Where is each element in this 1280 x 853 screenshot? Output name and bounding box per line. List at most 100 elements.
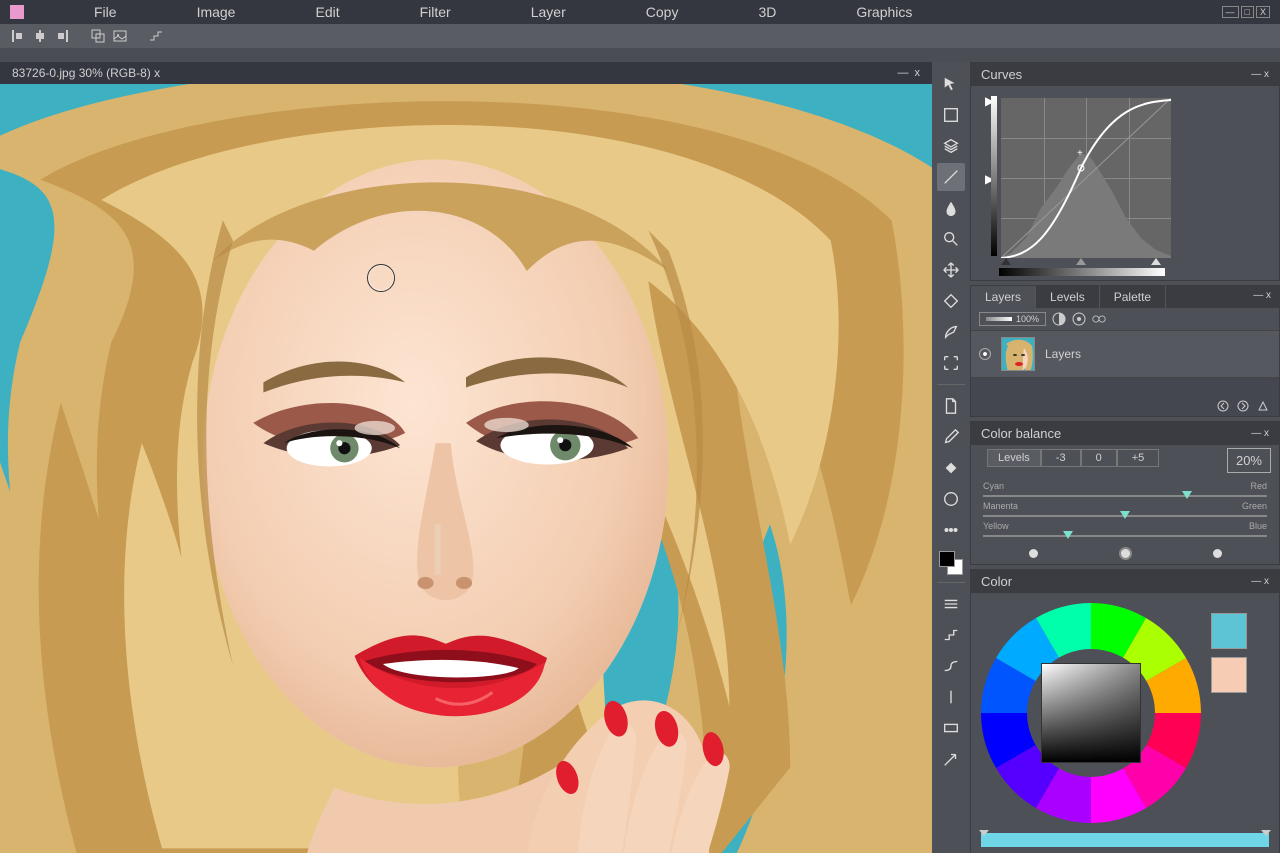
color-swatch-2[interactable] xyxy=(1211,657,1247,693)
cb-slider-cyan-red[interactable]: CyanRed xyxy=(983,481,1267,497)
copy-icon[interactable] xyxy=(90,28,106,44)
color-panel: Color — x xyxy=(970,569,1280,853)
align-center-icon[interactable] xyxy=(32,28,48,44)
brush-tool[interactable] xyxy=(937,163,965,191)
layer-name: Layers xyxy=(1045,347,1081,361)
cb-percent[interactable]: 20% xyxy=(1227,448,1271,473)
maximize-button[interactable]: □ xyxy=(1241,6,1254,18)
menu-layer[interactable]: Layer xyxy=(491,4,606,20)
close-button[interactable]: X xyxy=(1256,6,1270,18)
curves-h-gradient xyxy=(999,268,1165,276)
foreground-background-swatch[interactable] xyxy=(939,551,963,575)
tab-layers[interactable]: Layers xyxy=(971,286,1036,308)
tab-levels[interactable]: Levels xyxy=(1036,286,1100,308)
cb-slider-magenta-green[interactable]: ManentaGreen xyxy=(983,501,1267,517)
document-minimize-icon[interactable]: — xyxy=(898,67,909,79)
droplet-tool[interactable] xyxy=(937,194,965,222)
arrow-tool[interactable] xyxy=(937,745,965,773)
cb-highlights-dot[interactable] xyxy=(1213,549,1222,558)
menu-copy[interactable]: Copy xyxy=(606,4,719,20)
step-tool[interactable] xyxy=(937,621,965,649)
layers-tab-row: Layers Levels Palette — x xyxy=(971,286,1279,308)
link-icon[interactable] xyxy=(1092,312,1106,326)
free-transform-tool[interactable] xyxy=(937,256,965,284)
menu-edit[interactable]: Edit xyxy=(275,4,379,20)
color-square[interactable] xyxy=(1041,663,1141,763)
layers-footer xyxy=(971,396,1279,416)
menu-graphics[interactable]: Graphics xyxy=(816,4,952,20)
contrast-icon[interactable] xyxy=(1052,312,1066,326)
image-icon[interactable] xyxy=(112,28,128,44)
color-balance-levels: Levels -3 0 +5 xyxy=(987,449,1159,467)
step-icon[interactable] xyxy=(148,28,164,44)
align-right-icon[interactable] xyxy=(54,28,70,44)
lines-tool[interactable] xyxy=(937,590,965,618)
eyedropper-tool[interactable] xyxy=(937,423,965,451)
footer-delete-icon[interactable] xyxy=(1257,400,1269,412)
pen-tool[interactable] xyxy=(937,318,965,346)
menu-3d[interactable]: 3D xyxy=(718,4,816,20)
tab-palette[interactable]: Palette xyxy=(1100,286,1166,308)
move-tool[interactable] xyxy=(937,70,965,98)
cb-level-0[interactable]: -3 xyxy=(1041,449,1081,467)
cb-shadows-dot[interactable] xyxy=(1029,549,1038,558)
curves-histogram: + xyxy=(1001,98,1171,258)
curves-slider-mid[interactable] xyxy=(1076,258,1086,265)
cb-level-2[interactable]: +5 xyxy=(1117,449,1160,467)
curves-title: Curves xyxy=(981,67,1022,82)
menu-filter[interactable]: Filter xyxy=(380,4,491,20)
bucket-tool[interactable] xyxy=(937,287,965,315)
secondary-option-bar xyxy=(0,48,1280,62)
cb-levels-label: Levels xyxy=(987,449,1041,467)
document-tab-bar: 83726-0.jpg 30% (RGB-8) x — x xyxy=(0,62,932,84)
curves-graph[interactable]: + xyxy=(1001,98,1171,258)
opacity-field[interactable]: 100% xyxy=(979,312,1046,326)
cb-midtones-dot[interactable] xyxy=(1121,549,1130,558)
vline-tool[interactable] xyxy=(937,683,965,711)
layer-visibility-icon[interactable] xyxy=(979,348,991,360)
color-wheel[interactable] xyxy=(981,603,1201,823)
foreground-swatch-icon[interactable] xyxy=(10,5,24,19)
cb-level-1[interactable]: 0 xyxy=(1081,449,1117,467)
curve-tool[interactable] xyxy=(937,652,965,680)
document-tab-title[interactable]: 83726-0.jpg 30% (RGB-8) x xyxy=(12,66,160,80)
layer-row[interactable]: Layers xyxy=(971,330,1279,378)
color-balance-panel: Color balance — x Levels -3 0 +5 20% Cya… xyxy=(970,421,1280,565)
document-close-icon[interactable]: x xyxy=(915,67,921,79)
menu-file[interactable]: File xyxy=(54,4,157,20)
more-tool[interactable] xyxy=(937,516,965,544)
cb-slider-yellow-blue[interactable]: YellowBlue xyxy=(983,521,1267,537)
curves-slider-black[interactable] xyxy=(1001,258,1011,265)
curves-v-gradient xyxy=(991,96,997,256)
file-tool[interactable] xyxy=(937,392,965,420)
hue-strip[interactable] xyxy=(981,833,1269,847)
window-controls: — □ X xyxy=(1222,6,1270,18)
canvas-area: 83726-0.jpg 30% (RGB-8) x — x xyxy=(0,62,932,853)
color-swatches xyxy=(1211,613,1247,823)
footer-next-icon[interactable] xyxy=(1237,400,1249,412)
rect2-tool[interactable] xyxy=(937,714,965,742)
curves-slider-white[interactable] xyxy=(1151,258,1161,265)
minimize-button[interactable]: — xyxy=(1222,6,1239,18)
canvas[interactable] xyxy=(0,84,932,853)
zoom-tool[interactable] xyxy=(937,225,965,253)
align-left-icon[interactable] xyxy=(10,28,26,44)
color-balance-title: Color balance xyxy=(981,426,1061,441)
eraser-tool[interactable] xyxy=(937,454,965,482)
layers-panel-close-icon[interactable]: — x xyxy=(1245,286,1279,308)
expand-tool[interactable] xyxy=(937,349,965,377)
menu-image[interactable]: Image xyxy=(157,4,276,20)
circle-tool[interactable] xyxy=(937,485,965,513)
menubar: File Image Edit Filter Layer Copy 3D Gra… xyxy=(0,0,1280,24)
rect-select-tool[interactable] xyxy=(937,101,965,129)
curves-panel: Curves — x ▶ ▶ xyxy=(970,62,1280,281)
footer-prev-icon[interactable] xyxy=(1217,400,1229,412)
color-swatch-1[interactable] xyxy=(1211,613,1247,649)
panels: Curves — x ▶ ▶ xyxy=(970,62,1280,853)
curves-close-icon[interactable]: — x xyxy=(1251,69,1269,80)
mask-icon[interactable] xyxy=(1072,312,1086,326)
color-close-icon[interactable]: — x xyxy=(1251,576,1269,587)
color-balance-close-icon[interactable]: — x xyxy=(1251,428,1269,439)
layers-stack-tool[interactable] xyxy=(937,132,965,160)
svg-text:+: + xyxy=(1077,148,1083,159)
